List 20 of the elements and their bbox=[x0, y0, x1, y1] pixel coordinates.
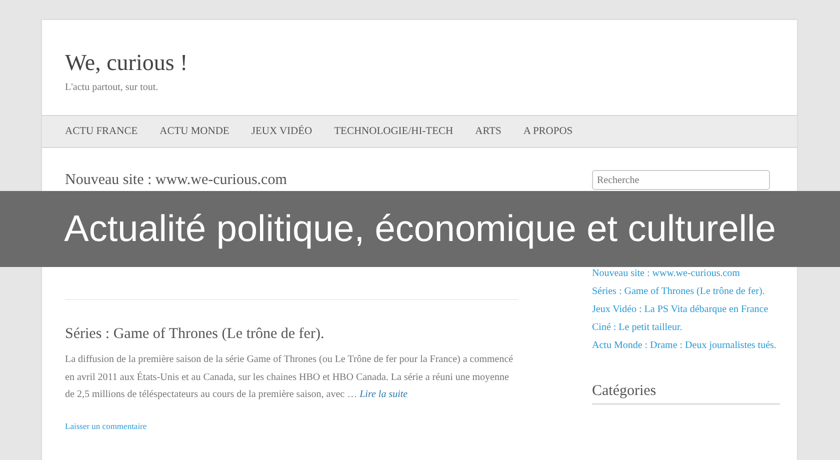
search-field[interactable]: Recherche bbox=[592, 170, 770, 190]
recent-post-link[interactable]: Nouveau site : www.we-curious.com bbox=[592, 267, 740, 280]
nav-link[interactable]: ACTU MONDE bbox=[160, 126, 230, 137]
recent-post-link[interactable]: Actu Monde : Drame : Deux journalistes tués. bbox=[592, 339, 776, 352]
widget-heading: Catégories bbox=[592, 383, 780, 405]
post-title[interactable]: Séries : Game of Thrones (Le trône de fer). bbox=[65, 326, 518, 343]
comment-link[interactable]: Laisser un commentaire bbox=[65, 420, 147, 430]
site-tagline: L'actu partout, sur tout. bbox=[65, 82, 160, 93]
nav-link[interactable]: JEUX VIDÉO bbox=[251, 126, 312, 137]
site-title[interactable]: We, curious ! bbox=[65, 50, 188, 76]
post-excerpt: La diffusion de la première saison de la série Game of Thrones (ou Le Trône de fer pour la France) a commencé en avril 2011 aux États-Unis et au Canada, sur les chaines HBO et HBO Canada. La série a réuni une moyenne de 2,5 millions de téléspectateurs au cours de la première saison, avec … Lire la suite bbox=[65, 353, 514, 402]
nav-link[interactable]: ARTS bbox=[475, 126, 502, 137]
nav-link[interactable]: A PROPOS bbox=[523, 126, 573, 137]
post-title[interactable]: Nouveau site : www.we-curious.com bbox=[65, 172, 518, 189]
read-more-link[interactable]: Lire la suite bbox=[360, 389, 408, 400]
caption-banner: Actualité politique, économique et culturelle bbox=[0, 191, 840, 267]
nav-link[interactable]: TECHNOLOGIE/HI-TECH bbox=[334, 126, 454, 137]
recent-post-link[interactable]: Jeux Vidéo : La PS Vita débarque en France bbox=[592, 303, 768, 316]
nav-link[interactable]: ACTU FRANCE bbox=[65, 126, 138, 137]
recent-post-link[interactable]: Séries : Game of Thrones (Le trône de fer). bbox=[592, 285, 765, 298]
